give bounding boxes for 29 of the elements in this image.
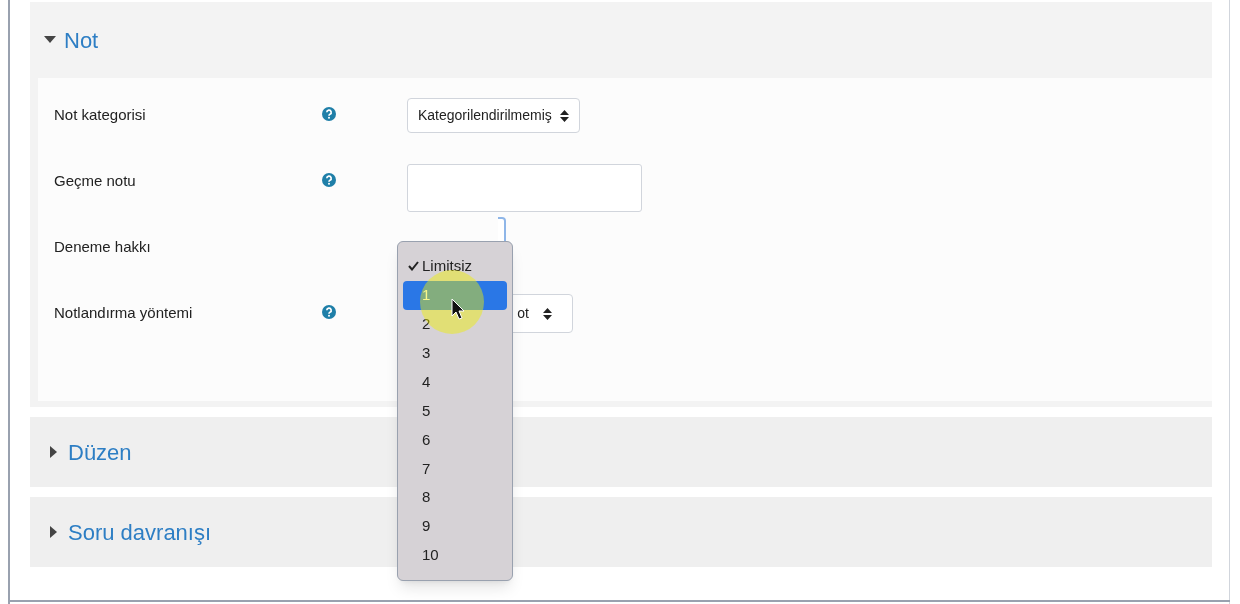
dropdown-option[interactable]: 9	[403, 512, 507, 542]
caret-right-icon	[50, 446, 58, 458]
dropdown-option[interactable]: 7	[403, 454, 507, 484]
sort-arrows-icon	[559, 109, 569, 122]
help-icon[interactable]	[322, 305, 336, 319]
select-field[interactable]: Kategorilendirilmemiş	[407, 98, 580, 133]
dropdown-option[interactable]: 4	[403, 367, 507, 397]
sort-arrows-icon	[543, 307, 552, 320]
caret-down-icon	[44, 36, 56, 44]
dropdown-option[interactable]: 3	[403, 338, 507, 368]
dropdown-option[interactable]: 2	[403, 309, 507, 339]
field-label: Deneme hakkı	[53, 237, 152, 257]
help-icon[interactable]	[322, 107, 336, 121]
dropdown-option[interactable]: 6	[403, 425, 507, 455]
help-icon[interactable]	[322, 173, 336, 187]
caret-right-icon	[50, 526, 58, 538]
dropdown-option[interactable]: Limitsiz	[403, 252, 507, 281]
field-label: Geçme notu	[53, 171, 137, 191]
section-header[interactable]: Not	[30, 2, 1212, 78]
pointer-icon	[451, 298, 465, 320]
section-header[interactable]: Soru davranışı	[50, 515, 212, 549]
dropdown-option[interactable]: 8	[403, 483, 507, 513]
checkmark-icon	[408, 261, 419, 272]
field-label: Not kategorisi	[53, 105, 147, 125]
section-header[interactable]: Düzen	[50, 435, 132, 469]
dropdown-option[interactable]: 5	[403, 396, 507, 426]
dropdown-option[interactable]: 10	[403, 541, 507, 570]
input-field[interactable]	[407, 164, 642, 212]
field-label: Notlandırma yöntemi	[53, 303, 194, 323]
